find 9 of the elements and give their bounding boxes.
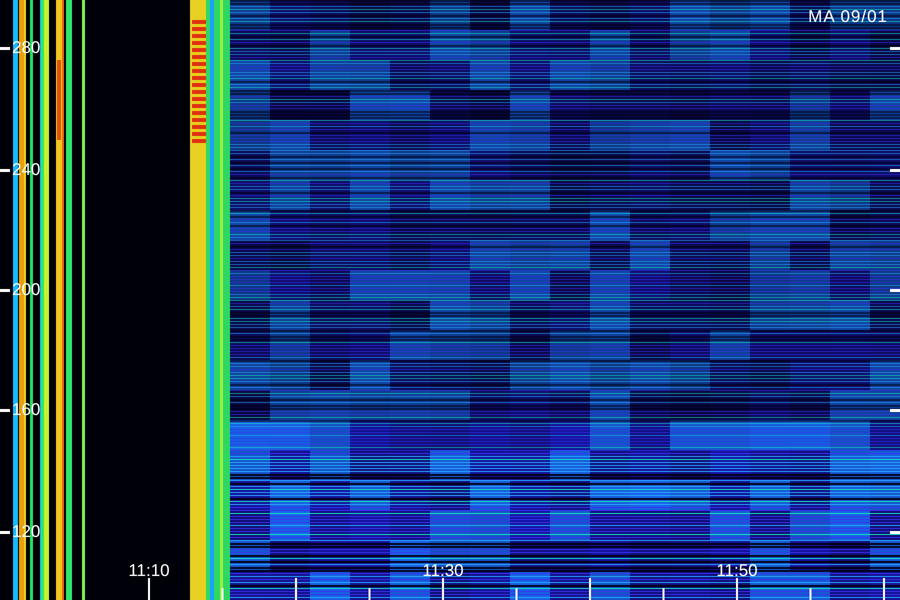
- time-label: 11:10: [127, 560, 171, 582]
- frequency-label: 120: [12, 521, 40, 543]
- station-date-label: MA 09/01: [808, 6, 888, 28]
- time-label: 11:50: [715, 560, 759, 582]
- time-label: 11:30: [421, 560, 465, 582]
- frequency-label: 160: [12, 399, 40, 421]
- frequency-label: 200: [12, 279, 40, 301]
- frequency-label: 240: [12, 159, 40, 181]
- frequency-label: 280: [12, 37, 40, 59]
